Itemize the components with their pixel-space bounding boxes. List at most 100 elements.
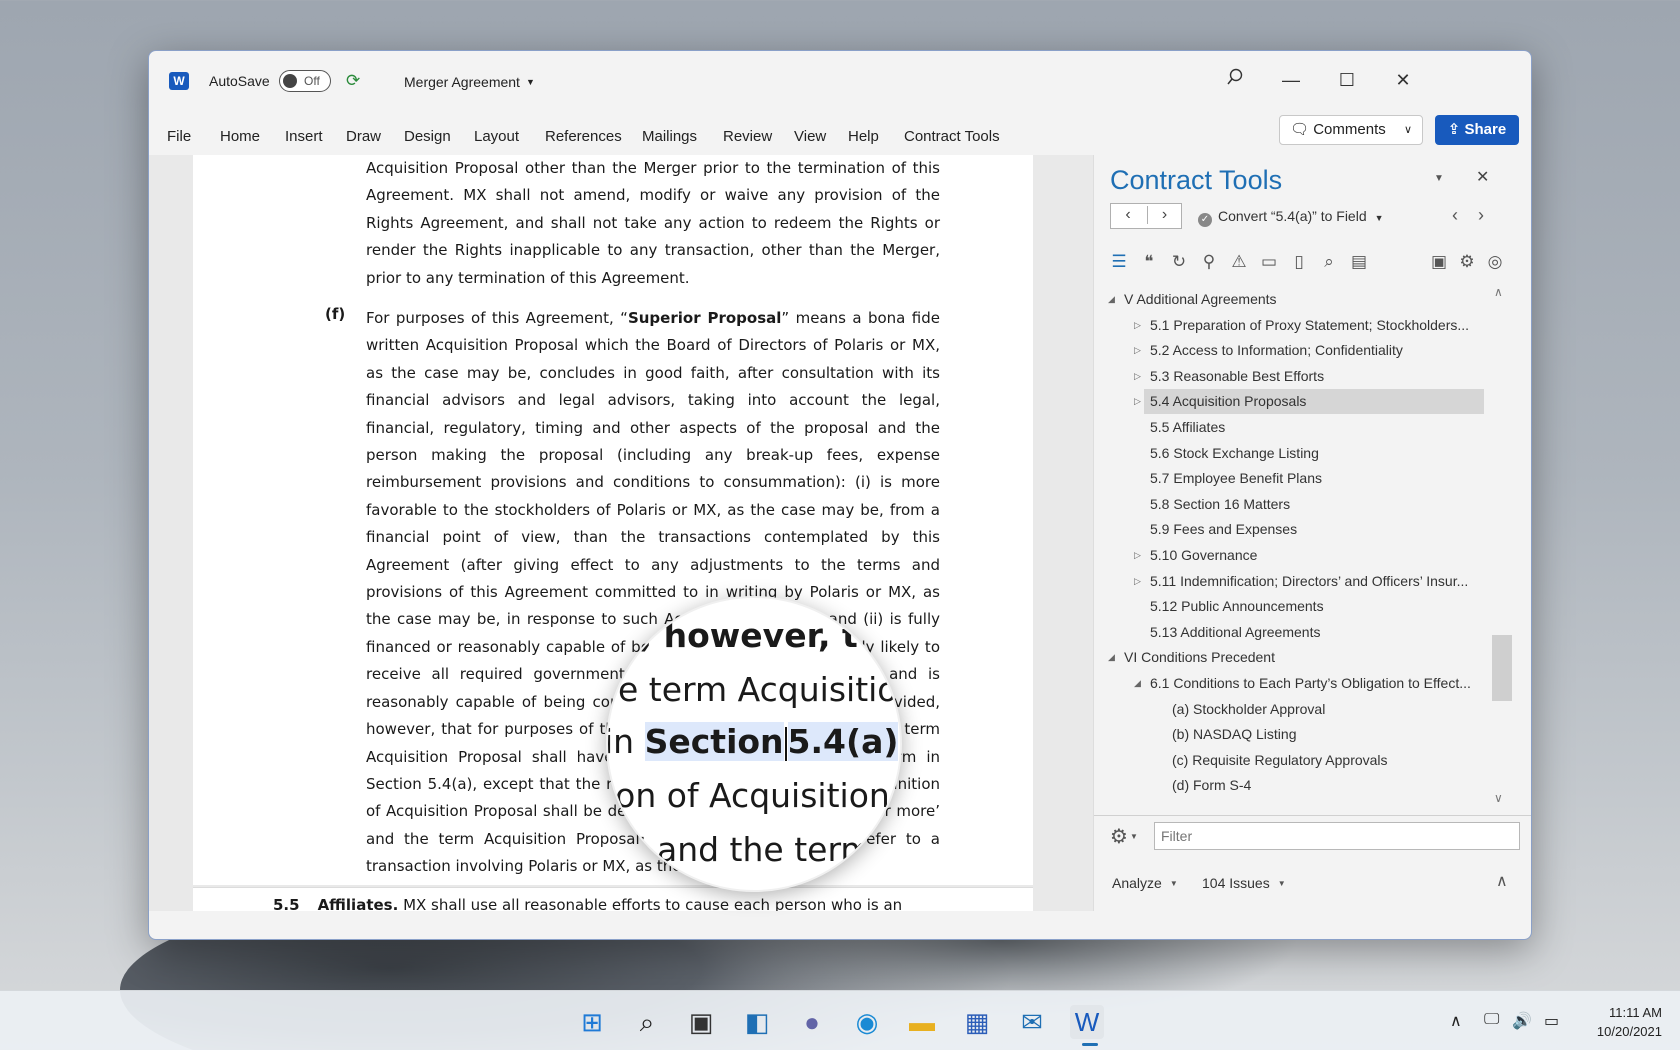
next-issue-icon[interactable]: › <box>1478 205 1484 226</box>
tab-contract-tools[interactable]: Contract Tools <box>904 128 1000 145</box>
clock[interactable]: 11:11 AM 10/20/2021 <box>1582 1003 1662 1041</box>
tray-overflow-icon[interactable]: ∧ <box>1450 1011 1462 1031</box>
collapsed-triangle-icon[interactable]: ▷ <box>1134 313 1141 338</box>
task-view-icon[interactable]: ▣ <box>684 1005 718 1039</box>
convert-to-field-action[interactable]: ✓ Convert “5.4(a)” to Field ▼ <box>1198 208 1384 227</box>
maximize-button[interactable]: ☐ <box>1327 63 1367 97</box>
tab-mailings[interactable]: Mailings <box>642 128 697 145</box>
analyze-dropdown[interactable]: Analyze ▼ <box>1112 875 1178 891</box>
file-explorer-icon[interactable]: ▬ <box>905 1005 939 1039</box>
document-title-dropdown[interactable]: Merger Agreement ▼ <box>404 74 535 90</box>
tree-item[interactable]: ◢ V Additional Agreements <box>1094 287 1484 312</box>
back-icon[interactable]: ‹ <box>1111 206 1145 224</box>
close-button[interactable]: ✕ <box>1383 63 1423 97</box>
tree-item[interactable]: ▷ 5.2 Access to Information; Confidential… <box>1094 338 1484 363</box>
forward-icon[interactable]: › <box>1147 206 1181 224</box>
tab-review[interactable]: Review <box>723 128 772 145</box>
account-icon[interactable]: ◎ <box>1484 251 1506 273</box>
tree-item[interactable]: ◢ 6.1 Conditions to Each Party’s Obligati… <box>1094 671 1484 696</box>
scroll-up-icon[interactable]: ∧ <box>1494 285 1503 299</box>
tab-home[interactable]: Home <box>220 128 260 145</box>
word-taskbar-icon[interactable]: W <box>1070 1005 1104 1039</box>
warning-icon[interactable]: ⚠ <box>1228 251 1250 273</box>
quote-icon[interactable]: ❝ <box>1138 251 1160 273</box>
network-icon[interactable]: 🖵 <box>1484 1011 1499 1029</box>
tree-item[interactable]: 5.12 Public Announcements <box>1094 594 1484 619</box>
document-icon[interactable]: ▯ <box>1288 251 1310 273</box>
tab-help[interactable]: Help <box>848 128 879 145</box>
collapsed-triangle-icon[interactable]: ▷ <box>1134 543 1141 568</box>
outline-tree: ◢ V Additional Agreements ▷ 5.1 Preparation… <box>1094 287 1514 805</box>
paragraph-f-text-1: For purposes of this Agreement, “ <box>366 309 628 327</box>
tree-item-label: (a) Stockholder Approval <box>1172 700 1326 717</box>
tab-file[interactable]: File <box>167 128 191 145</box>
next-page-top[interactable]: 5.5 Affiliates. MX shall use all reasonab… <box>193 887 1033 911</box>
scroll-down-icon[interactable]: ∨ <box>1494 791 1503 805</box>
highlighted-section-reference: 5.4(a) <box>787 722 899 761</box>
section-text: MX shall use all reasonable efforts to c… <box>398 896 903 911</box>
tree-item[interactable]: 5.5 Affiliates <box>1094 415 1484 440</box>
reference-icon[interactable]: ↻ <box>1168 251 1190 273</box>
expanded-triangle-icon[interactable]: ◢ <box>1108 645 1115 670</box>
gear-icon[interactable]: ⚙ <box>1456 251 1478 273</box>
expanded-triangle-icon[interactable]: ◢ <box>1134 671 1141 696</box>
chevron-down-icon: ▼ <box>1129 832 1138 841</box>
hierarchy-icon[interactable]: ⚲ <box>1198 251 1220 273</box>
minimize-button[interactable]: — <box>1271 63 1311 97</box>
battery-icon[interactable]: ▭ <box>1544 1011 1559 1031</box>
tab-references[interactable]: References <box>545 128 622 145</box>
chat-icon[interactable]: ● <box>795 1005 829 1039</box>
collapsed-triangle-icon[interactable]: ▷ <box>1134 389 1141 414</box>
tree-item[interactable]: 5.7 Employee Benefit Plans <box>1094 466 1484 491</box>
comment-icon[interactable]: ▭ <box>1258 251 1280 273</box>
collapse-icon[interactable]: ∧ <box>1496 871 1508 891</box>
pane-options-chevron-icon[interactable]: ▼ <box>1434 173 1444 184</box>
autosave-toggle[interactable]: Off <box>279 70 331 92</box>
search-icon[interactable]: ⌕ <box>630 1005 664 1039</box>
filter-input[interactable] <box>1154 822 1520 850</box>
issues-dropdown[interactable]: 104 Issues ▼ <box>1202 875 1286 891</box>
paragraph-top[interactable]: Acquisition Proposal other than the Merg… <box>366 155 940 292</box>
collapsed-triangle-icon[interactable]: ▷ <box>1134 338 1141 363</box>
tree-item[interactable]: ▷ 5.1 Preparation of Proxy Statement; Sto… <box>1094 313 1484 338</box>
edge-icon[interactable]: ◉ <box>850 1005 884 1039</box>
volume-icon[interactable]: 🔊 <box>1512 1011 1532 1031</box>
tree-item[interactable]: (a) Stockholder Approval <box>1094 697 1484 722</box>
collapsed-triangle-icon[interactable]: ▷ <box>1134 364 1141 389</box>
document-settings-icon[interactable]: ▣ <box>1428 251 1450 273</box>
scrollbar-thumb[interactable] <box>1492 635 1512 701</box>
sync-icon[interactable]: ⟳ <box>346 71 366 91</box>
search-icon[interactable]: ⌕ <box>1318 251 1340 273</box>
tree-item[interactable]: (d) Form S-4 <box>1094 773 1484 798</box>
store-icon[interactable]: ▦ <box>960 1005 994 1039</box>
collapsed-triangle-icon[interactable]: ▷ <box>1134 569 1141 594</box>
outline-icon[interactable]: ☰ <box>1108 251 1130 273</box>
search-icon[interactable] <box>1215 63 1255 97</box>
previous-issue-icon[interactable]: ‹ <box>1452 205 1458 226</box>
tab-view[interactable]: View <box>794 128 826 145</box>
share-button[interactable]: ⇪ Share <box>1435 115 1519 145</box>
tree-item[interactable]: 5.8 Section 16 Matters <box>1094 492 1484 517</box>
tab-draw[interactable]: Draw <box>346 128 381 145</box>
tree-item[interactable]: ▷ 5.11 Indemnification; Directors’ and Of… <box>1094 569 1484 594</box>
tree-item[interactable]: 5.9 Fees and Expenses <box>1094 517 1484 542</box>
tree-item[interactable]: ▷ 5.4 Acquisition Proposals <box>1134 389 1484 415</box>
tree-item[interactable]: 5.13 Additional Agreements <box>1094 620 1484 645</box>
pane-close-icon[interactable]: ✕ <box>1476 167 1489 187</box>
tree-item[interactable]: 5.6 Stock Exchange Listing <box>1094 441 1484 466</box>
tree-item[interactable]: ▷ 5.10 Governance <box>1094 543 1484 568</box>
expanded-triangle-icon[interactable]: ◢ <box>1108 287 1115 312</box>
tree-item[interactable]: (c) Requisite Regulatory Approvals <box>1094 748 1484 773</box>
tree-item[interactable]: (b) NASDAQ Listing <box>1094 722 1484 747</box>
tree-item[interactable]: ▷ 5.3 Reasonable Best Efforts <box>1094 364 1484 389</box>
tab-insert[interactable]: Insert <box>285 128 323 145</box>
start-icon[interactable]: ⊞ <box>575 1005 609 1039</box>
clipboard-icon[interactable]: ▤ <box>1348 251 1370 273</box>
filter-settings-button[interactable]: ⚙ ▼ <box>1110 824 1138 849</box>
tab-layout[interactable]: Layout <box>474 128 519 145</box>
tree-item[interactable]: ◢ VI Conditions Precedent <box>1094 645 1484 670</box>
tab-design[interactable]: Design <box>404 128 451 145</box>
mail-icon[interactable]: ✉ <box>1015 1005 1049 1039</box>
comments-button[interactable]: 🗨 Comments ∨ <box>1279 115 1423 145</box>
widgets-icon[interactable]: ◧ <box>740 1005 774 1039</box>
